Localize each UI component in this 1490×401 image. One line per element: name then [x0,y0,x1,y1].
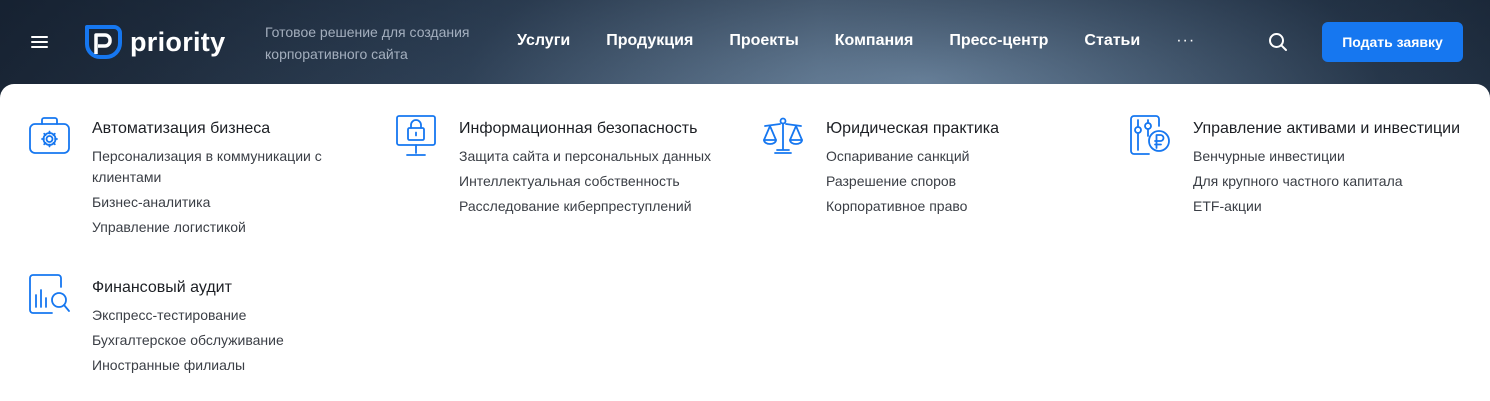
nav-item-company[interactable]: Компания [835,31,914,51]
menu-link[interactable]: Венчурные инвестиции [1193,146,1463,167]
menu-link[interactable]: Бухгалтерское обслуживание [92,330,362,351]
more-icon[interactable]: ··· [1176,31,1195,51]
menu-link[interactable]: Корпоративное право [826,196,1096,217]
main-nav: Услуги Продукция Проекты Компания Пресс-… [517,31,1195,51]
menu-link[interactable]: Управление логистикой [92,217,352,238]
menu-category-title[interactable]: Информационная безопасность [459,116,729,142]
menu-category-title[interactable]: Автоматизация бизнеса [92,116,352,142]
menu-link[interactable]: Экспресс-тестирование [92,305,362,326]
submit-request-button[interactable]: Подать заявку [1322,22,1463,62]
site-header: priority Готовое решение для создания ко… [0,0,1490,84]
menu-category-information-security: Информационная безопасность Защита сайта… [395,114,729,221]
menu-category-financial-audit: Финансовый аудит Экспресс-тестирование Б… [28,273,362,380]
nav-item-press-center[interactable]: Пресс-центр [949,31,1048,51]
menu-category-title[interactable]: Финансовый аудит [92,275,362,301]
menu-link[interactable]: Оспаривание санкций [826,146,1096,167]
logo-text: priority [130,26,226,57]
menu-link[interactable]: Для крупного частного капитала [1193,171,1463,192]
sliders-ruble-icon [1129,114,1173,158]
menu-link[interactable]: ETF-акции [1193,196,1463,217]
nav-item-services[interactable]: Услуги [517,31,570,51]
menu-link[interactable]: Защита сайта и персональных данных [459,146,729,167]
menu-link[interactable]: Персонализация в коммуникации с клиентам… [92,146,352,188]
report-magnifier-icon [28,273,72,317]
scales-icon [762,114,806,158]
menu-link[interactable]: Бизнес-аналитика [92,192,352,213]
menu-link[interactable]: Расследование киберпреступлений [459,196,729,217]
nav-item-articles[interactable]: Статьи [1084,31,1140,51]
nav-item-projects[interactable]: Проекты [729,31,798,51]
menu-category-title[interactable]: Юридическая практика [826,116,1096,142]
menu-category-asset-management: Управление активами и инвестиции Венчурн… [1129,114,1463,221]
menu-category-legal-practice: Юридическая практика Оспаривание санкций… [762,114,1096,221]
nav-item-products[interactable]: Продукция [606,31,693,51]
page: priority Готовое решение для создания ко… [0,0,1490,401]
search-icon[interactable] [1268,32,1288,52]
menu-category-business-automation: Автоматизация бизнеса Персонализация в к… [28,114,352,242]
menu-category-title[interactable]: Управление активами и инвестиции [1193,116,1463,142]
services-dropdown: Автоматизация бизнеса Персонализация в к… [0,84,1490,401]
logo[interactable]: priority [84,24,225,60]
priority-logo-icon [85,25,122,59]
hamburger-icon[interactable] [31,33,50,49]
monitor-lock-icon [395,114,439,158]
briefcase-gear-icon [28,114,72,158]
tagline: Готовое решение для создания корпоративн… [265,24,470,62]
menu-link[interactable]: Иностранные филиалы [92,355,362,376]
menu-link[interactable]: Разрешение споров [826,171,1096,192]
menu-link[interactable]: Интеллектуальная собственность [459,171,729,192]
